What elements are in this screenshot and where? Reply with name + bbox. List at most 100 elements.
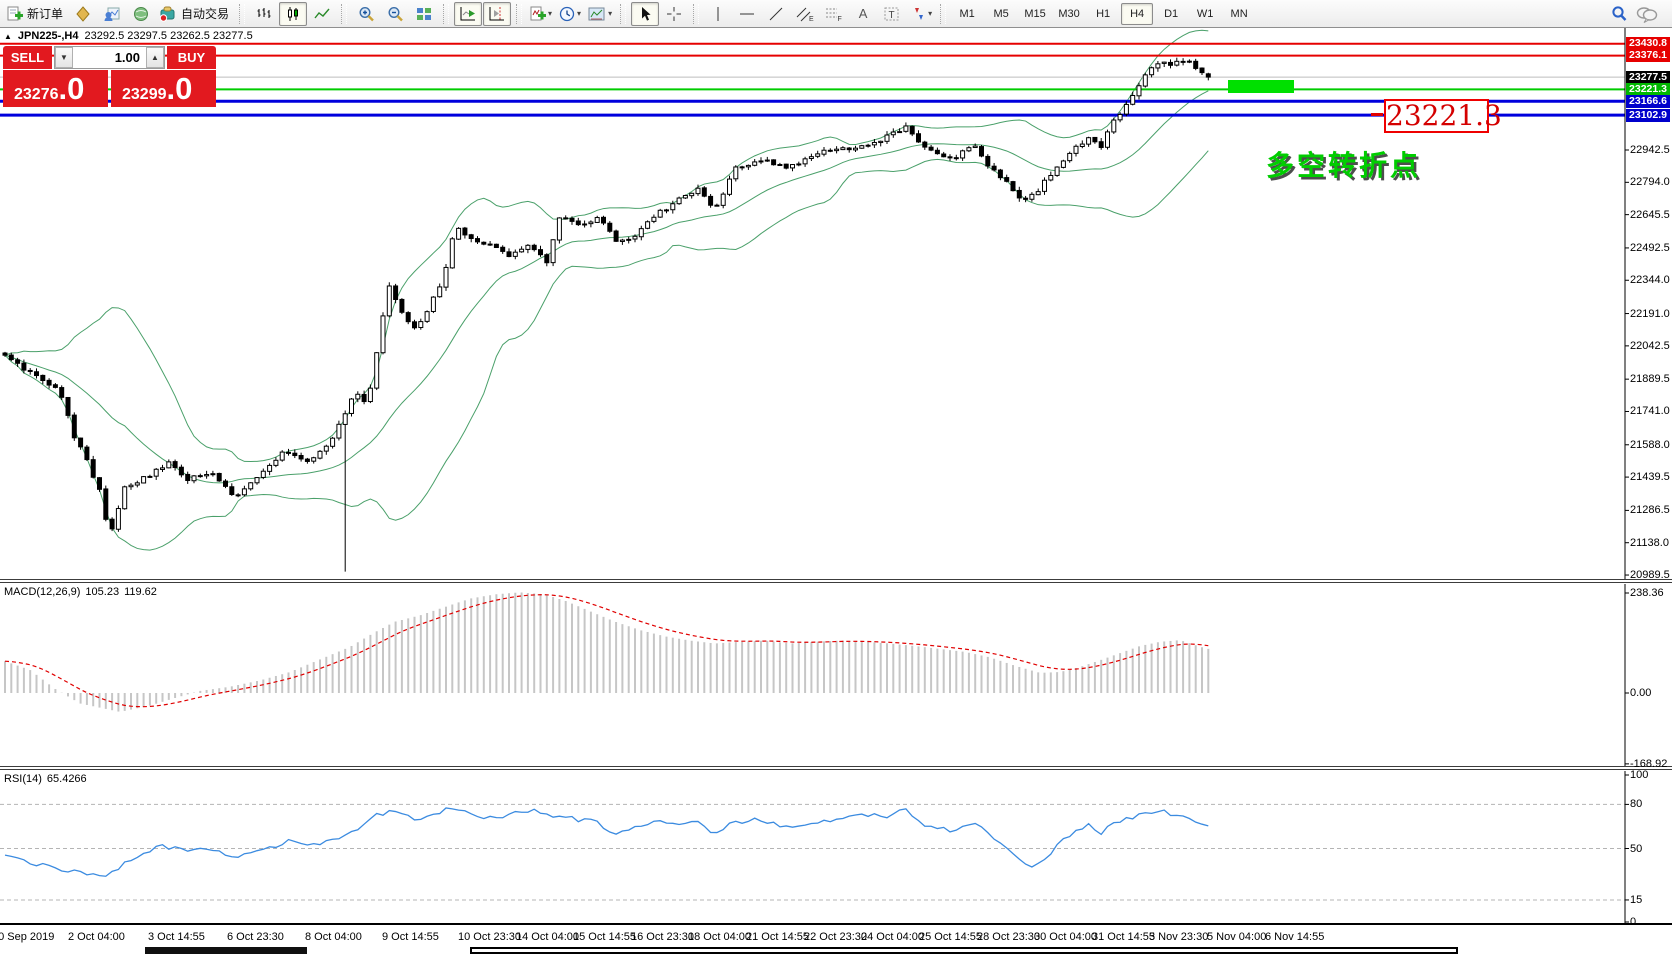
- horizontal-line-tool-button[interactable]: [733, 2, 761, 26]
- chart-shift-icon: [488, 6, 506, 22]
- chart-shift-button[interactable]: [483, 2, 511, 26]
- timeframe-mn[interactable]: MN: [1223, 3, 1255, 25]
- timeframe-w1[interactable]: W1: [1189, 3, 1221, 25]
- auto-scroll-button[interactable]: [454, 2, 482, 26]
- line-chart-button[interactable]: [308, 2, 336, 26]
- sell-button[interactable]: SELL: [3, 46, 52, 69]
- autotrading-icon: [159, 6, 177, 22]
- buy-button[interactable]: BUY: [167, 46, 216, 69]
- date-label: 16 Oct 23:30: [631, 931, 694, 943]
- text-tool-label: A: [857, 6, 870, 21]
- dropdown-caret: ▾: [928, 10, 932, 18]
- template-icon: [588, 6, 606, 22]
- volume-decrease-button[interactable]: ▼: [55, 47, 73, 68]
- panel-separator[interactable]: [0, 769, 1672, 770]
- timeframe-h1[interactable]: H1: [1087, 3, 1119, 25]
- volume-input[interactable]: [73, 47, 146, 68]
- price-tick-label: 21286.5: [1630, 504, 1670, 516]
- indicators-icon: [530, 6, 546, 22]
- crosshair-tool-button[interactable]: [660, 2, 688, 26]
- timeframe-m5[interactable]: M5: [985, 3, 1017, 25]
- chart-window[interactable]: ▲ JPN225-,H4 23292.5 23297.5 23262.5 232…: [0, 28, 1672, 954]
- volume-increase-button[interactable]: ▲: [146, 47, 164, 68]
- chart-ohlc-values: 23292.5 23297.5 23262.5 23277.5: [84, 30, 252, 42]
- arrows-tool-button[interactable]: ▾: [907, 2, 935, 26]
- trendline-tool-button[interactable]: [762, 2, 790, 26]
- price-tick-label: 20989.5: [1630, 569, 1670, 581]
- fibonacci-icon: F: [825, 6, 843, 22]
- price-tick-label: 22191.0: [1630, 308, 1670, 320]
- channel-tool-button[interactable]: E: [791, 2, 819, 26]
- toolbar-grip: [620, 4, 626, 24]
- price-tick-label: 22042.5: [1630, 340, 1670, 352]
- price-annotation-box[interactable]: 23221.3: [1384, 99, 1489, 133]
- auto-scroll-icon: [459, 6, 477, 22]
- price-line-badge: 23102.9: [1626, 109, 1670, 122]
- svg-text:F: F: [838, 16, 842, 22]
- new-order-icon: [7, 6, 23, 22]
- collapse-icon[interactable]: ▲: [4, 32, 12, 41]
- rsi-canvas[interactable]: [0, 28, 1672, 954]
- macd-tick-label: 0.00: [1630, 687, 1651, 699]
- indicators-button[interactable]: ▾: [527, 2, 555, 26]
- timeframe-m30[interactable]: M30: [1053, 3, 1085, 25]
- equidistant-channel-icon: E: [796, 6, 814, 22]
- search-icon[interactable]: [1610, 5, 1628, 23]
- date-label: 30 Oct 04:00: [1034, 931, 1097, 943]
- chart-title: ▲ JPN225-,H4 23292.5 23297.5 23262.5 232…: [4, 30, 253, 42]
- date-label: 31 Oct 14:55: [1092, 931, 1155, 943]
- new-order-button[interactable]: 新订单: [4, 2, 68, 26]
- autotrading-button[interactable]: 自动交易: [156, 2, 234, 26]
- text-label-tool-button[interactable]: T: [878, 2, 906, 26]
- timeframe-d1[interactable]: D1: [1155, 3, 1187, 25]
- date-label: 3 Nov 23:30: [1149, 931, 1208, 943]
- chart-symbol-period: JPN225-,H4: [18, 30, 79, 42]
- background-window-fragment: [145, 947, 307, 954]
- toolbar-grip: [239, 4, 245, 24]
- candlestick-chart-button[interactable]: [279, 2, 307, 26]
- price-tick-label: 22645.5: [1630, 209, 1670, 221]
- buy-price-panel[interactable]: 23299 .0: [111, 70, 216, 107]
- zoom-in-button[interactable]: [352, 2, 380, 26]
- text-tool-button[interactable]: A: [849, 2, 877, 26]
- templates-button[interactable]: ▾: [585, 2, 615, 26]
- zoom-out-icon: [387, 6, 404, 22]
- price-tick-label: 21138.0: [1630, 537, 1669, 549]
- timeframe-m15[interactable]: M15: [1019, 3, 1051, 25]
- date-label: 18 Oct 04:00: [688, 931, 751, 943]
- navigator-button[interactable]: [127, 2, 155, 26]
- price-tick-label: 22942.5: [1630, 144, 1670, 156]
- horizontal-line-icon: [739, 6, 755, 22]
- vertical-line-tool-button[interactable]: [704, 2, 732, 26]
- rsi-label-row: RSI(14) 65.4266: [4, 773, 87, 785]
- panel-separator[interactable]: [0, 766, 1672, 767]
- panel-separator[interactable]: [0, 579, 1672, 580]
- timeframe-m1[interactable]: M1: [951, 3, 983, 25]
- panel-separator[interactable]: [0, 582, 1672, 583]
- gold-diamond-icon: [75, 6, 91, 22]
- dropdown-caret: ▾: [548, 10, 552, 18]
- svg-text:T: T: [889, 10, 895, 21]
- background-window-fragment: [470, 947, 1458, 954]
- cursor-tool-button[interactable]: [631, 2, 659, 26]
- chat-icon[interactable]: [1636, 5, 1658, 23]
- arrows-icon: [910, 6, 926, 22]
- turning-point-note[interactable]: 多空转折点: [1266, 144, 1421, 184]
- chart-window-button[interactable]: [69, 2, 97, 26]
- fibonacci-tool-button[interactable]: F: [820, 2, 848, 26]
- periods-button[interactable]: ▾: [556, 2, 584, 26]
- bar-chart-button[interactable]: [250, 2, 278, 26]
- sell-price-panel[interactable]: 23276 .0: [3, 70, 108, 107]
- date-label: 21 Oct 14:55: [746, 931, 809, 943]
- price-tick-label: 22794.0: [1630, 176, 1670, 188]
- vertical-line-icon: [711, 6, 725, 22]
- timeframe-h4[interactable]: H4: [1121, 3, 1153, 25]
- profile-button[interactable]: [98, 2, 126, 26]
- svg-text:E: E: [809, 16, 814, 22]
- zoom-in-icon: [358, 6, 375, 22]
- tile-windows-button[interactable]: [410, 2, 438, 26]
- green-highlight-rectangle[interactable]: [1228, 80, 1294, 93]
- toolbar-grip: [443, 4, 449, 24]
- zoom-out-button[interactable]: [381, 2, 409, 26]
- date-label: 3 Oct 14:55: [148, 931, 205, 943]
